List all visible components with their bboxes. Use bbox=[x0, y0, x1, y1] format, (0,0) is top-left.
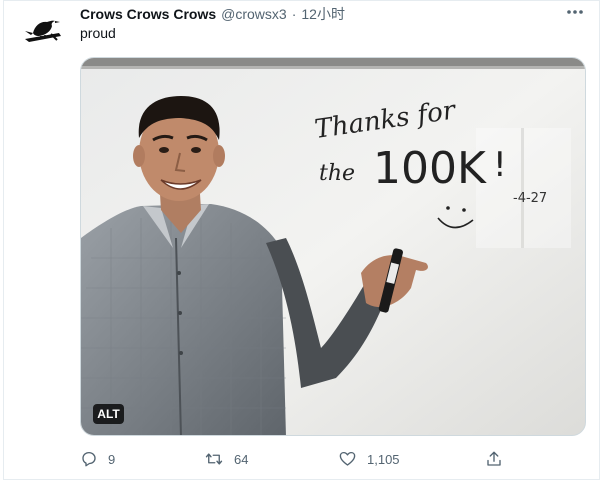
whiteboard-photo: Thanks for the 100K ! -4-27 bbox=[81, 58, 585, 435]
retweet-icon bbox=[205, 453, 223, 465]
whiteboard-text-the: the bbox=[319, 161, 355, 186]
share-button[interactable] bbox=[485, 448, 503, 470]
timestamp[interactable]: 12小时 bbox=[301, 4, 345, 24]
like-count: 1,105 bbox=[367, 451, 400, 467]
alt-badge[interactable]: ALT bbox=[93, 404, 124, 424]
display-name[interactable]: Crows Crows Crows bbox=[80, 6, 216, 22]
reply-button[interactable]: 9 bbox=[80, 448, 115, 470]
like-button[interactable]: 1,105 bbox=[338, 448, 400, 470]
tweet-text: proud bbox=[80, 25, 116, 41]
more-icon bbox=[567, 10, 583, 14]
tweet-photo[interactable]: Thanks for the 100K ! -4-27 bbox=[80, 57, 586, 436]
share-icon bbox=[487, 451, 501, 466]
whiteboard-text-100k: 100K bbox=[373, 143, 487, 194]
more-button[interactable] bbox=[563, 4, 587, 20]
reply-icon bbox=[82, 451, 96, 467]
tweet-header: Crows Crows Crows @crowsx3 · 12小时 bbox=[80, 4, 345, 24]
whiteboard-date: -4-27 bbox=[513, 191, 547, 206]
reply-count: 9 bbox=[108, 451, 116, 467]
separator: · bbox=[291, 6, 297, 22]
crow-logo-icon bbox=[21, 9, 65, 53]
handle[interactable]: @crowsx3 bbox=[221, 6, 287, 22]
tweet-actions: 9 64 1,105 bbox=[80, 448, 510, 470]
retweet-count: 64 bbox=[234, 451, 249, 467]
avatar[interactable] bbox=[21, 9, 65, 53]
whiteboard-text-bang: ! bbox=[493, 145, 507, 185]
like-icon bbox=[339, 451, 356, 466]
retweet-button[interactable]: 64 bbox=[204, 448, 248, 470]
